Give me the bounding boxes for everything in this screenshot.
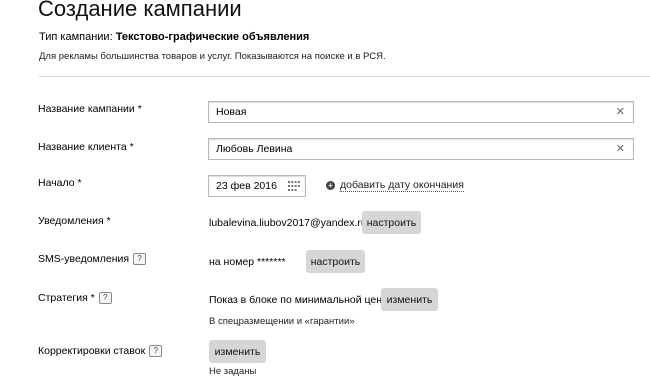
start-date-value: 23 фев 2016 (216, 180, 277, 192)
start-date-input[interactable]: 23 фев 2016 (208, 175, 306, 197)
notifications-label: Уведомления * (38, 215, 111, 227)
bid-adjustments-note: Не заданы (209, 366, 257, 377)
strategy-note: В спецразмещении и «гарантии» (209, 316, 355, 327)
bid-adjustments-label-text: Корректировки ставок (38, 345, 146, 357)
divider (39, 76, 650, 77)
campaign-name-input[interactable]: Новая ✕ (208, 101, 634, 123)
campaign-type: Тип кампании: Текстово-графические объяв… (39, 31, 309, 43)
notifications-email: lubalevina.liubov2017@yandex.ru (209, 217, 367, 229)
strategy-change-button[interactable]: изменить (381, 288, 438, 311)
campaign-name-label: Название кампании * (38, 103, 142, 115)
help-icon[interactable]: ? (149, 345, 163, 357)
notifications-label-text: Уведомления * (38, 215, 111, 227)
add-end-date-link[interactable]: + добавить дату окончания (326, 179, 464, 192)
help-icon[interactable]: ? (98, 292, 112, 304)
calendar-icon[interactable] (288, 181, 300, 191)
bid-adjustments-label: Корректировки ставок ? (38, 345, 163, 357)
campaign-type-value: Текстово-графические объявления (115, 31, 310, 43)
help-icon[interactable]: ? (133, 253, 147, 265)
page-title: Создание кампании (38, 0, 242, 21)
notifications-settings-button[interactable]: настроить (362, 211, 421, 234)
plus-circle-icon: + (326, 181, 335, 190)
strategy-label: Стратегия * ? (38, 292, 112, 304)
start-date-label: Начало * (38, 177, 82, 189)
campaign-type-label: Тип кампании: (39, 31, 113, 43)
sms-phone: на номер ******* (209, 256, 286, 268)
client-name-label-text: Название клиента * (38, 141, 134, 153)
campaign-name-value: Новая (216, 106, 247, 118)
close-icon[interactable]: ✕ (616, 105, 625, 118)
campaign-name-label-text: Название кампании * (38, 103, 142, 115)
bid-adjustments-change-button[interactable]: изменить (209, 340, 266, 363)
sms-label-text: SMS-уведомления (38, 253, 130, 265)
sms-settings-button[interactable]: настроить (306, 250, 365, 273)
start-date-label-text: Начало * (38, 177, 82, 189)
close-icon[interactable]: ✕ (616, 142, 625, 155)
campaign-creation-page: Создание кампании Тип кампании: Текстово… (0, 0, 650, 387)
strategy-value: Показ в блоке по минимальной цене (209, 294, 388, 306)
add-end-date-text: добавить дату окончания (340, 179, 464, 192)
client-name-input[interactable]: Любовь Левина ✕ (208, 138, 634, 160)
campaign-type-description: Для рекламы большинства товаров и услуг.… (39, 51, 386, 62)
strategy-label-text: Стратегия * (38, 292, 95, 304)
client-name-label: Название клиента * (38, 141, 134, 153)
client-name-value: Любовь Левина (216, 143, 293, 155)
sms-label: SMS-уведомления ? (38, 253, 147, 265)
